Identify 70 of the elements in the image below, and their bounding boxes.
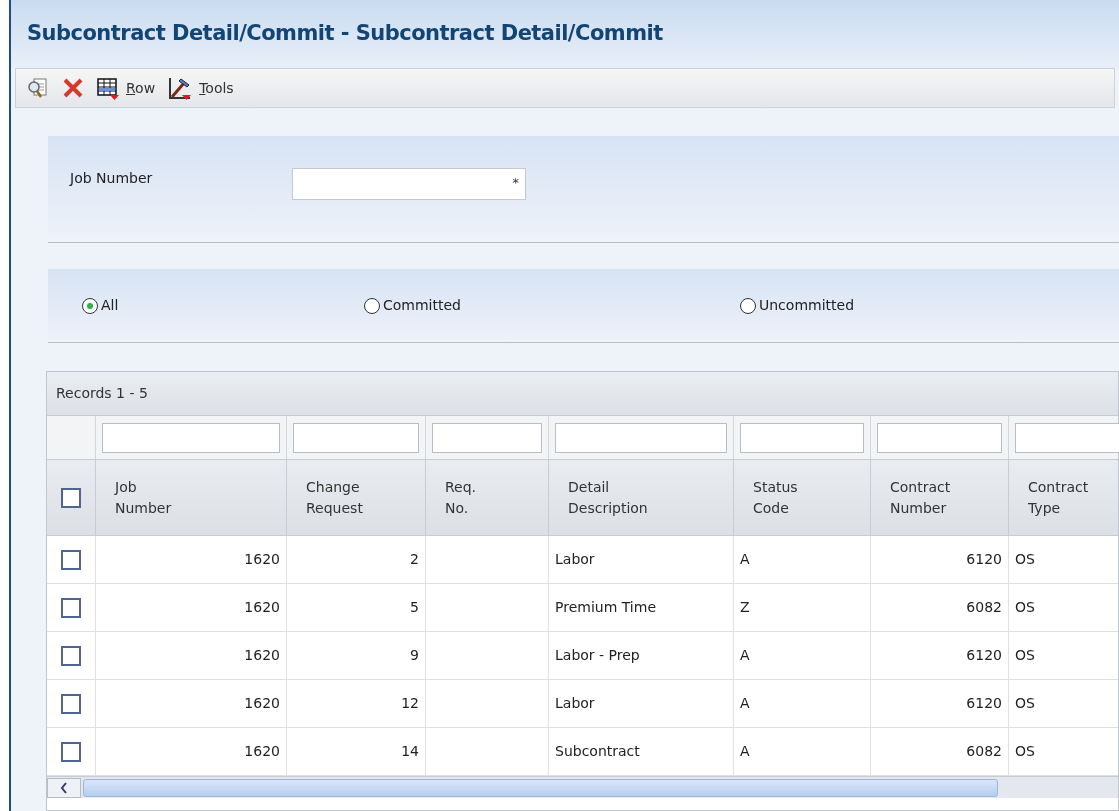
column-header[interactable]: Req. No. [445,476,477,519]
scrollbar-thumb[interactable] [83,778,998,797]
hammer-ruler-icon [167,76,194,100]
column-header[interactable]: Job Number [115,476,172,519]
column-filter-field[interactable] [102,422,280,453]
table-cell-text: 5 [410,598,419,617]
radio-button[interactable] [363,296,381,315]
column-filter-field[interactable] [1015,422,1119,453]
column-filter-field[interactable] [293,422,419,453]
table-cell-text: A [740,742,750,761]
table-cell-text: 1620 [244,742,280,761]
checkbox[interactable] [61,693,81,714]
table-cell-text: 9 [410,646,419,665]
table-cell-text: 1620 [244,646,280,665]
table-cell-text: 1620 [244,550,280,569]
table-cell-text: OS [1015,742,1035,761]
scroll-left-button[interactable] [47,777,81,798]
table-cell-text: 6082 [966,598,1002,617]
table-cell-text: A [740,550,750,569]
window-title: Subcontract Detail/Commit - Subcontract Detail/Commit [27,20,663,48]
column-header[interactable]: Change Request [306,476,363,519]
table-cell-text: Labor [555,550,595,569]
radio-option[interactable]: Uncommitted [739,295,1039,316]
column-header[interactable]: Contract Type [1028,476,1089,519]
tools-menu-button[interactable]: Tools [199,77,234,99]
table-cell-text: 1620 [244,598,280,617]
field-label: Job Number [70,169,154,188]
table-cell-text: A [740,646,750,665]
table-cell-text: 12 [401,694,419,713]
table-cell-text: OS [1015,694,1035,713]
table-cell-text: 6120 [966,646,1002,665]
row-menu-button[interactable]: Row [126,77,156,99]
table-cell-text: 6120 [966,550,1002,569]
table-cell-text: Subcontract [555,742,640,761]
records-count: Records 1 - 5 [56,384,148,403]
column-header[interactable]: Status Code [753,476,798,519]
table-cell-text: A [740,694,750,713]
table-cell-text: OS [1015,550,1035,569]
table-cell-text: Premium Time [555,598,656,617]
job-number-field[interactable]: * [292,168,526,200]
column-filter-field[interactable] [555,422,727,453]
radio-option[interactable]: Committed [363,295,739,316]
chevron-left-icon [60,781,68,794]
required-mark: * [512,174,519,192]
magnifier-document-icon[interactable] [26,76,50,100]
checkbox[interactable] [61,597,81,618]
table-cell-text: 6082 [966,742,1002,761]
radio-button[interactable] [739,296,757,315]
column-header[interactable]: Detail Description [568,476,648,519]
table-cell-text: OS [1015,646,1035,665]
checkbox[interactable] [61,741,81,762]
radio-option[interactable]: All [81,295,363,316]
table-cell-text: 1620 [244,694,280,713]
table-cell-text: Z [740,598,750,617]
column-filter-field[interactable] [432,422,542,453]
column-filter-field[interactable] [877,422,1002,453]
grid-dropdown-icon [96,76,120,100]
close-icon[interactable] [62,77,84,99]
checkbox[interactable] [61,645,81,666]
table-cell-text: Labor [555,694,595,713]
table-cell-text: 14 [401,742,419,761]
column-filter-field[interactable] [740,422,864,453]
checkbox[interactable] [61,549,81,570]
radio-button[interactable] [81,296,99,315]
table-cell-text: Labor - Prep [555,646,640,665]
table-cell-text: 6120 [966,694,1002,713]
checkbox[interactable] [61,487,81,508]
column-header[interactable]: Contract Number [890,476,951,519]
table-cell-text: OS [1015,598,1035,617]
table-cell-text: 2 [410,550,419,569]
